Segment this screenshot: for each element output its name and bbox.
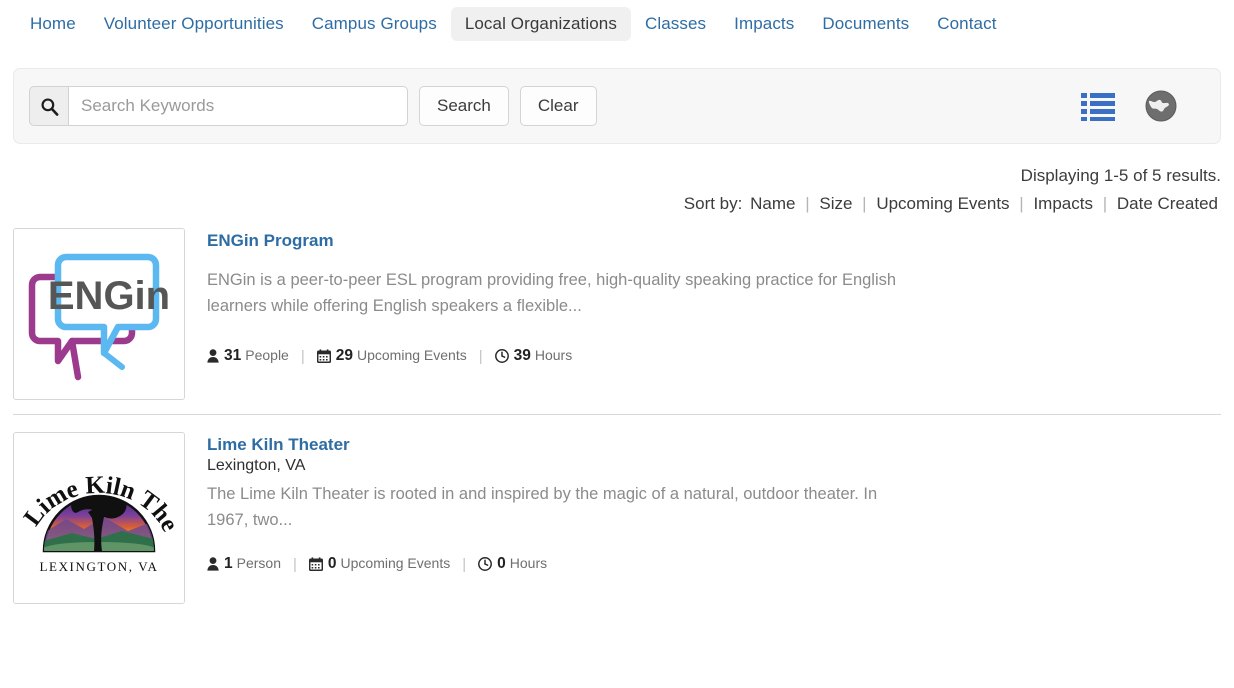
stat-value: 1: [224, 555, 233, 573]
stat-hours: 39 Hours: [494, 347, 573, 365]
person-icon: [207, 349, 219, 363]
stat-people: 31 People: [207, 347, 289, 365]
nav-item-volunteer-opportunities[interactable]: Volunteer Opportunities: [90, 7, 298, 41]
main-navigation: Home Volunteer Opportunities Campus Grou…: [0, 0, 1234, 48]
globe-map-view-icon[interactable]: [1145, 90, 1177, 122]
result-location: Lexington, VA: [207, 457, 306, 475]
sort-by-label: Sort by:: [683, 194, 743, 213]
person-icon: [207, 557, 219, 571]
sort-bar: Sort by: Name | Size | Upcoming Events |…: [13, 194, 1221, 214]
calendar-icon: [316, 349, 331, 364]
results-count: Displaying 1-5 of 5 results.: [1020, 166, 1221, 185]
nav-item-local-organizations[interactable]: Local Organizations: [450, 7, 631, 41]
sort-option-size[interactable]: Size: [816, 194, 855, 213]
list-item-info: ENGin Program ENGin is a peer-to-peer ES…: [207, 228, 1221, 400]
stat-label: Hours: [534, 347, 573, 364]
stat-value: 39: [513, 347, 531, 365]
svg-text:ENGin: ENGin: [48, 274, 170, 318]
search-input-group: [29, 86, 408, 126]
sort-separator: |: [1102, 194, 1108, 213]
stat-divider: |: [462, 555, 467, 573]
stat-label: Person: [236, 555, 281, 572]
stat-value: 29: [335, 347, 353, 365]
sort-separator: |: [1019, 194, 1024, 213]
stat-label: Upcoming Events: [357, 347, 467, 364]
clear-button[interactable]: Clear: [519, 86, 597, 126]
stat-upcoming-events: 0 Upcoming Events: [308, 555, 451, 573]
sort-option-date-created[interactable]: Date Created: [1114, 194, 1221, 213]
sort-option-impacts[interactable]: Impacts: [1030, 194, 1096, 213]
list-item: ENGin ENGin Program ENGin is a peer-to-p…: [13, 228, 1221, 414]
calendar-icon: [308, 557, 323, 572]
stat-divider: |: [478, 347, 483, 365]
stat-divider: |: [300, 347, 305, 365]
stat-value: 31: [224, 347, 242, 365]
list-item-info: Lime Kiln Theater Lexington, VA The Lime…: [207, 432, 1221, 604]
engin-logo[interactable]: ENGin: [13, 228, 185, 400]
clock-icon: [494, 349, 509, 364]
result-stats: 1 Person | 0 Upcoming Events | 0 Hours: [207, 555, 1221, 573]
stat-hours: 0 Hours: [478, 555, 547, 573]
sort-option-name[interactable]: Name: [747, 194, 798, 213]
nav-item-campus-groups[interactable]: Campus Groups: [298, 7, 451, 41]
results-list: ENGin ENGin Program ENGin is a peer-to-p…: [13, 228, 1221, 618]
stat-divider: |: [292, 555, 297, 573]
stat-value: 0: [327, 555, 337, 573]
stat-label: People: [245, 347, 289, 364]
sort-separator: |: [805, 194, 810, 213]
nav-item-impacts[interactable]: Impacts: [720, 7, 808, 41]
search-panel: Search Clear: [13, 68, 1221, 144]
sort-separator: |: [862, 194, 867, 213]
list-view-icon[interactable]: [1081, 91, 1115, 121]
result-title[interactable]: Lime Kiln Theater: [207, 434, 1221, 455]
clock-icon: [478, 557, 493, 572]
stat-upcoming-events: 29 Upcoming Events: [316, 347, 467, 365]
svg-text:LEXINGTON, VA: LEXINGTON, VA: [39, 559, 158, 574]
list-item: Lime Kiln Theater LEXINGTON, VA Lime Kil…: [13, 414, 1221, 618]
nav-item-contact[interactable]: Contact: [923, 7, 1010, 41]
nav-item-documents[interactable]: Documents: [808, 7, 923, 41]
nav-item-classes[interactable]: Classes: [631, 7, 720, 41]
result-description: The Lime Kiln Theater is rooted in and i…: [207, 485, 878, 529]
stat-label: Hours: [509, 555, 548, 572]
result-stats: 31 People | 29 Upcoming Events | 39 Hour…: [207, 347, 1221, 365]
stat-people: 1 Person: [207, 555, 281, 573]
view-toggle-group: [1081, 90, 1205, 122]
result-title[interactable]: ENGin Program: [207, 230, 1221, 251]
nav-item-home[interactable]: Home: [16, 7, 90, 41]
stat-value: 0: [497, 555, 506, 573]
stat-label: Upcoming Events: [340, 555, 451, 572]
search-icon: [29, 86, 68, 126]
search-button[interactable]: Search: [419, 86, 509, 126]
search-input[interactable]: [68, 86, 408, 126]
lime-kiln-logo[interactable]: Lime Kiln Theater LEXINGTON, VA: [13, 432, 185, 604]
sort-option-upcoming-events[interactable]: Upcoming Events: [873, 194, 1012, 213]
result-description: ENGin is a peer-to-peer ESL program prov…: [207, 271, 897, 315]
